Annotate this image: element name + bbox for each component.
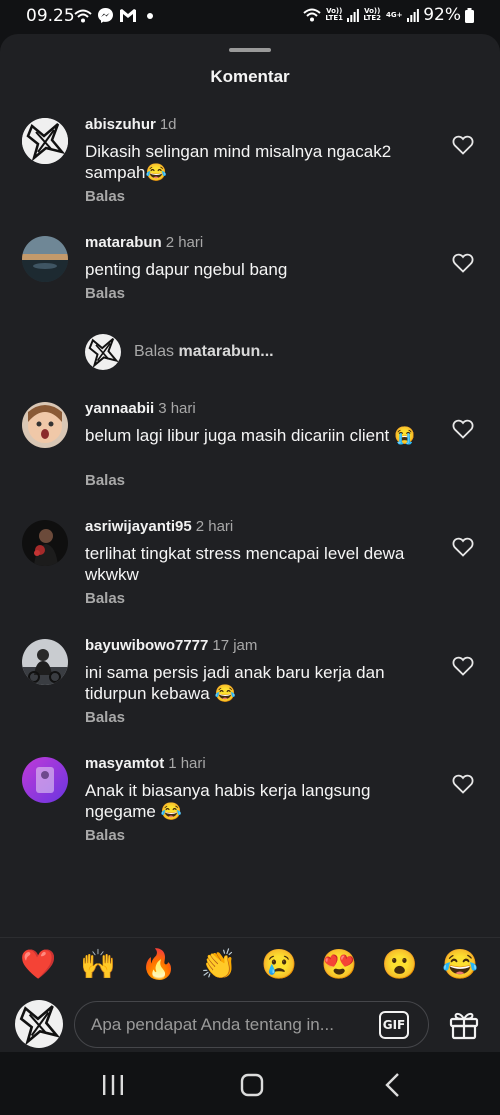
reply-prefix: Balas <box>134 343 175 360</box>
emoji-fire[interactable]: 🔥 <box>141 948 177 988</box>
avatar <box>15 1000 63 1048</box>
comment-time: 3 hari <box>158 400 196 417</box>
recent-apps-icon[interactable] <box>98 1072 128 1098</box>
comment-time: 1d <box>159 116 177 133</box>
system-nav-bar <box>0 1052 500 1115</box>
avatar[interactable] <box>22 520 68 566</box>
comment-text: ini sama persis jadi anak baru kerja dan… <box>85 663 385 703</box>
reply-button[interactable]: Balas <box>85 188 125 205</box>
comment-input[interactable] <box>91 1002 371 1047</box>
comment-composer: GIF <box>0 1000 500 1048</box>
avatar[interactable] <box>22 118 68 164</box>
heart-icon[interactable] <box>452 774 474 794</box>
reply-button[interactable]: Balas <box>85 709 125 726</box>
reply-prompt-text: Balas matarabun... <box>134 343 274 361</box>
reply-target: matarabun... <box>178 343 274 360</box>
emoji-surprised[interactable]: 😮 <box>382 948 418 988</box>
reply-button[interactable]: Balas <box>85 827 125 844</box>
divider <box>0 937 500 938</box>
comment-username[interactable]: masyamtot <box>85 755 164 772</box>
comment-username[interactable]: abiszuhur <box>85 116 156 133</box>
signal-icon <box>407 8 420 22</box>
home-icon[interactable] <box>237 1072 267 1098</box>
comment-time: 2 hari <box>195 518 234 535</box>
network-label-lte2: Vo)) LTE2 <box>363 7 382 22</box>
battery-percent: 92% <box>423 5 461 25</box>
emoji-heart[interactable]: ❤️ <box>20 948 56 988</box>
wifi-call-icon <box>74 9 92 22</box>
emoji-crying[interactable]: 😢 <box>261 948 297 988</box>
heart-icon[interactable] <box>452 537 474 557</box>
network-label-4g: 4G+ <box>385 10 403 19</box>
heart-icon[interactable] <box>452 656 474 676</box>
dot-icon <box>147 12 153 19</box>
gmail-icon <box>120 9 136 22</box>
avatar[interactable] <box>22 236 68 282</box>
comment-text: Anak it biasanya habis kerja langsung ng… <box>85 781 371 821</box>
network-label-lte1: Vo)) LTE1 <box>325 7 344 22</box>
gift-icon[interactable] <box>448 1010 480 1040</box>
comment-username[interactable]: bayuwibowo7777 <box>85 637 208 654</box>
comment-username[interactable]: asriwijayanti95 <box>85 518 192 535</box>
comment-text: Dikasih selingan mind misalnya ngacak2 s… <box>85 142 392 182</box>
status-bar: 09.25 Vo)) LTE1 Vo)) LTE2 4G+ 92% <box>0 0 500 34</box>
messenger-icon <box>98 8 113 23</box>
back-icon[interactable] <box>378 1072 408 1098</box>
sheet-title: Komentar <box>210 67 290 86</box>
signal-icon <box>347 8 360 22</box>
comment-time: 2 hari <box>165 234 204 251</box>
avatar[interactable] <box>22 757 68 803</box>
heart-icon[interactable] <box>452 135 474 155</box>
reply-button[interactable]: Balas <box>85 285 125 302</box>
emoji-quick-bar: ❤️ 🙌 🔥 👏 😢 😍 😮 😂 <box>0 948 500 988</box>
reply-button[interactable]: Balas <box>85 590 125 607</box>
comment-time: 17 jam <box>212 637 258 654</box>
gif-button[interactable]: GIF <box>379 1011 409 1039</box>
comment-username[interactable]: matarabun <box>85 234 162 251</box>
emoji-heart-eyes[interactable]: 😍 <box>321 948 357 988</box>
comment-text: terlihat tingkat stress mencapai level d… <box>85 544 405 584</box>
notification-icons <box>74 7 154 24</box>
avatar <box>85 334 121 370</box>
comment-username[interactable]: yannaabii <box>85 400 154 417</box>
avatar[interactable] <box>22 402 68 448</box>
reply-button[interactable]: Balas <box>85 472 125 489</box>
avatar[interactable] <box>22 639 68 685</box>
status-time: 09.25 <box>26 6 75 26</box>
reply-prompt[interactable]: Balas matarabun... <box>85 334 274 370</box>
heart-icon[interactable] <box>452 419 474 439</box>
heart-icon[interactable] <box>452 253 474 273</box>
comment-input-box[interactable]: GIF <box>74 1001 429 1048</box>
emoji-raising-hands[interactable]: 🙌 <box>80 948 116 988</box>
drag-handle[interactable] <box>229 48 271 52</box>
system-icons: Vo)) LTE1 Vo)) LTE2 4G+ 92% <box>303 5 474 25</box>
comment-time: 1 hari <box>168 755 206 772</box>
comment-text: penting dapur ngebul bang <box>85 260 288 279</box>
battery-icon <box>465 7 474 23</box>
wifi-icon <box>303 8 321 22</box>
comment-text: belum lagi libur juga masih dicariin cli… <box>85 426 416 445</box>
emoji-clapping[interactable]: 👏 <box>201 948 237 988</box>
emoji-laughing[interactable]: 😂 <box>442 948 478 988</box>
